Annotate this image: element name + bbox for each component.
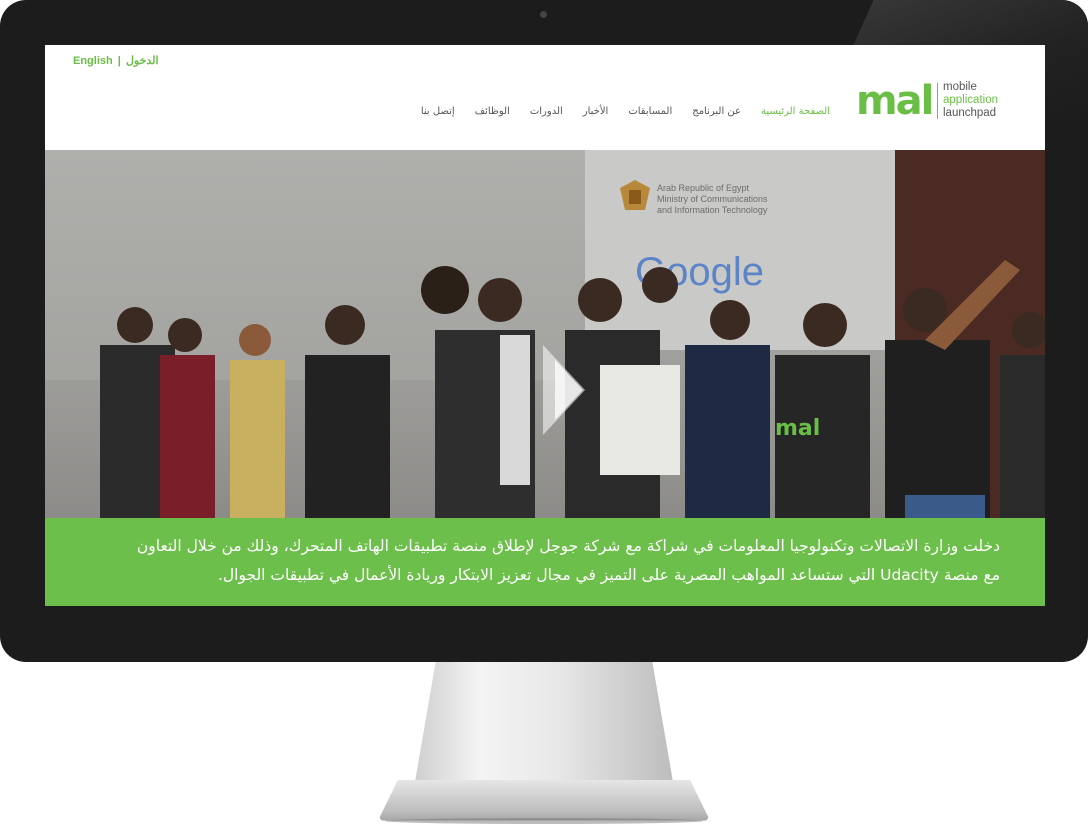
- banner-line1: Arab Republic of Egypt: [657, 183, 750, 193]
- caption-line1: دخلت وزارة الاتصالات وتكنولوجيا المعلوما…: [136, 537, 1000, 555]
- logo-divider: [937, 83, 938, 119]
- site-header: English | الدخول mal mobile application …: [45, 45, 1045, 150]
- nav-item-competitions[interactable]: المسابقات: [618, 106, 682, 117]
- nav-item-courses[interactable]: الدورات: [520, 106, 573, 117]
- nav-item-contact[interactable]: إتصل بنا: [411, 106, 465, 117]
- login-link[interactable]: الدخول: [126, 55, 159, 67]
- nav-item-news[interactable]: الأخبار: [573, 106, 619, 117]
- hero-video[interactable]: Arab Republic of Egypt Ministry of Commu…: [45, 150, 1045, 518]
- nav-item-about[interactable]: عن البرنامج: [682, 106, 751, 117]
- nav-item-home[interactable]: الصفحة الرئيسية: [751, 106, 840, 117]
- hero-photo: Arab Republic of Egypt Ministry of Commu…: [45, 150, 1045, 518]
- logo-tag-application: application: [943, 94, 998, 106]
- caption-line2: مع منصة Udacity التي ستساعد المواهب المص…: [217, 566, 1000, 584]
- language-bar: English | الدخول: [73, 54, 159, 67]
- monitor-bezel: English | الدخول mal mobile application …: [0, 0, 1088, 662]
- english-link[interactable]: English: [73, 55, 113, 67]
- mal-logo[interactable]: mal mobile application launchpad: [856, 79, 1021, 123]
- main-nav: الصفحة الرئيسية عن البرنامج المسابقات ال…: [411, 106, 840, 117]
- nav-item-jobs[interactable]: الوظائف: [465, 106, 520, 117]
- monitor-stand-shadow: [385, 818, 703, 824]
- camera-icon: [540, 11, 547, 18]
- lang-separator: |: [117, 55, 121, 67]
- logo-tagline: mobile application launchpad: [943, 81, 998, 120]
- website-screen: English | الدخول mal mobile application …: [45, 45, 1045, 606]
- monitor-stand-neck: [415, 662, 673, 782]
- shirt-logo-text: mal: [775, 416, 820, 441]
- banner-line2: Ministry of Communications: [657, 194, 768, 204]
- logo-wordmark: mal: [856, 78, 934, 124]
- logo-tag-launchpad: launchpad: [943, 107, 997, 119]
- hero-caption: دخلت وزارة الاتصالات وتكنولوجيا المعلوما…: [45, 518, 1045, 606]
- logo-tag-mobile: mobile: [943, 81, 977, 93]
- banner-line3: and Information Technology: [657, 205, 768, 215]
